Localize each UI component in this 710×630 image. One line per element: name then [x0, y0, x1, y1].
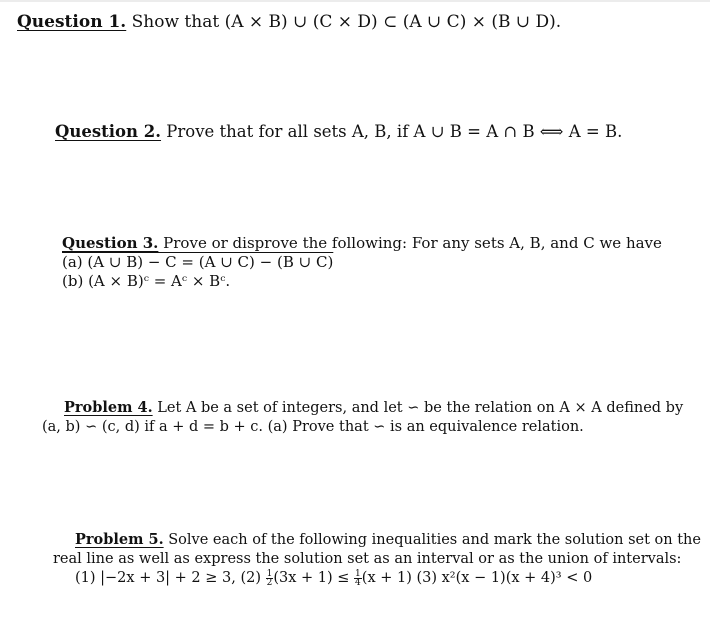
inequality-2-middle: (3x + 1) ≤	[273, 570, 350, 586]
problem-4-line-2: (a, b) ∽ (c, d) if a + d = b + c. (a) Pr…	[42, 419, 584, 435]
problem-4-line-1: Let A be a set of integers, and let ∽ be…	[157, 400, 684, 416]
question-3-label: Question 3.	[62, 234, 159, 252]
question-1-text: Show that (A × B) ∪ (C × D) ⊂ (A ∪ C) × …	[131, 12, 562, 32]
question-1: Question 1. Show that (A × B) ∪ (C × D) …	[17, 12, 561, 32]
question-3: Question 3. Prove or disprove the follow…	[62, 234, 662, 291]
inequality-3: (3) x²(x − 1)(x + 4)³ < 0	[416, 570, 593, 586]
fraction-denominator: 4	[355, 577, 361, 588]
question-2-label: Question 2.	[55, 122, 162, 141]
question-3-part-b: (b) (A × B)ᶜ = Aᶜ × Bᶜ.	[62, 272, 231, 290]
problem-5: Problem 5. Solve each of the following i…	[53, 530, 701, 588]
question-3-part-a: (a) (A ∪ B) − C = (A ∪ C) − (B ∪ C)	[62, 253, 334, 271]
top-border	[0, 0, 710, 2]
question-2-text: Prove that for all sets A, B, if A ∪ B =…	[166, 122, 623, 141]
problem-5-label: Problem 5.	[75, 531, 164, 548]
fraction-one-quarter: 14	[354, 569, 362, 588]
inequality-2-number: (2)	[240, 570, 262, 586]
question-1-label: Question 1.	[17, 12, 127, 32]
problem-4-label: Problem 4.	[64, 399, 153, 416]
inequality-2-end: (x + 1)	[361, 570, 412, 586]
problem-5-inequalities: (1) |−2x + 3| + 2 ≥ 3, (2) 1 2 (3x + 1) ≤ …	[53, 569, 701, 588]
problem-4: Problem 4. Let A be a set of integers, a…	[42, 398, 683, 437]
inequality-2: (2) 1 2 (3x + 1) ≤ 1 4 (x + 1)	[240, 569, 416, 588]
problem-5-line-1: Solve each of the following inequalities…	[168, 532, 701, 548]
problem-5-line-2: real line as well as express the solutio…	[53, 551, 682, 567]
question-3-intro: Prove or disprove the following: For any…	[163, 234, 662, 252]
question-2: Question 2. Prove that for all sets A, B…	[55, 122, 622, 141]
inequality-1: (1) |−2x + 3| + 2 ≥ 3,	[75, 570, 236, 586]
